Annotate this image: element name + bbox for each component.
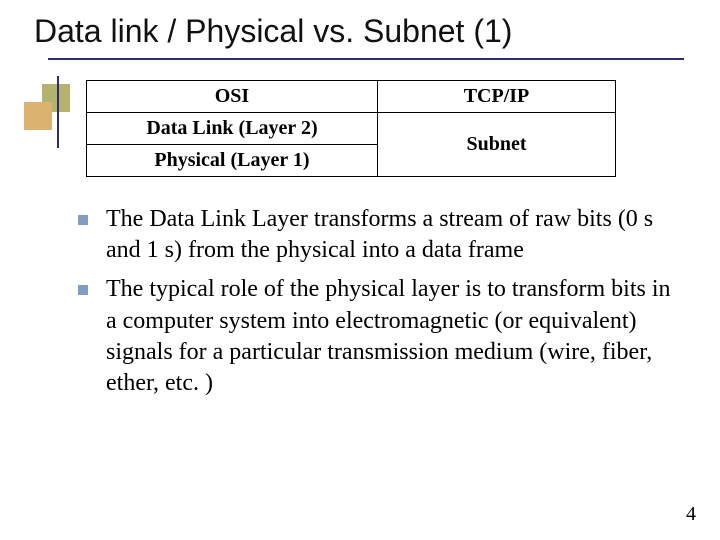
comparison-table: OSI TCP/IP Data Link (Layer 2) Subnet Ph… (86, 80, 616, 177)
table-row: OSI TCP/IP (87, 81, 616, 113)
table-row: Data Link (Layer 2) Subnet (87, 113, 616, 145)
table-header-tcpip: TCP/IP (377, 81, 615, 113)
slide: Data link / Physical vs. Subnet (1) OSI … (0, 0, 720, 540)
table-cell: Subnet (377, 113, 615, 177)
table-header-osi: OSI (87, 81, 378, 113)
bullet-text: The typical role of the physical layer i… (106, 274, 684, 399)
list-item: The Data Link Layer transforms a stream … (78, 204, 684, 266)
deco-line (57, 76, 59, 148)
bullet-text: The Data Link Layer transforms a stream … (106, 204, 684, 266)
table-cell: Data Link (Layer 2) (87, 113, 378, 145)
slide-title: Data link / Physical vs. Subnet (1) (28, 10, 692, 49)
bullet-icon (78, 215, 88, 225)
decorative-squares (24, 76, 68, 148)
list-item: The typical role of the physical layer i… (78, 274, 684, 399)
deco-square (24, 102, 52, 130)
title-underline (48, 58, 684, 60)
bullet-list: The Data Link Layer transforms a stream … (78, 204, 684, 407)
page-number: 4 (686, 503, 696, 526)
table-cell: Physical (Layer 1) (87, 145, 378, 177)
bullet-icon (78, 285, 88, 295)
